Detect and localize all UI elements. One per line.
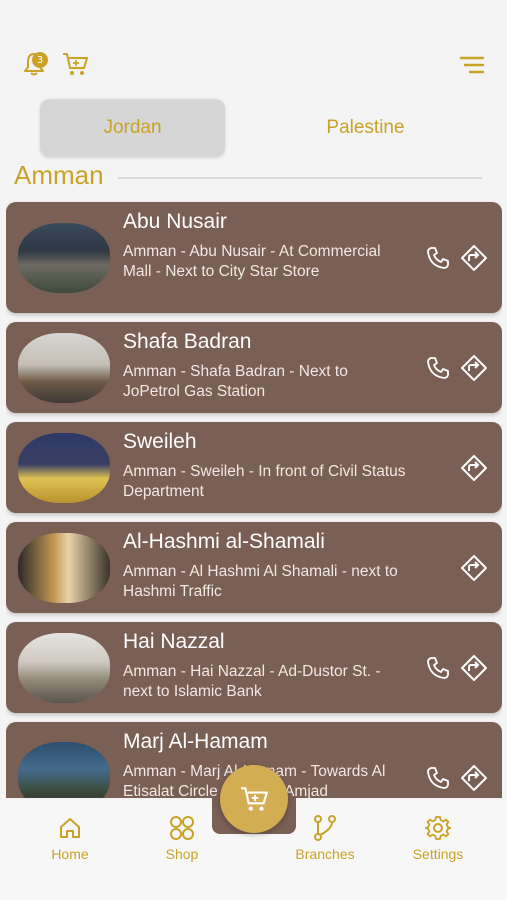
branch-card[interactable]: Shafa Badran Amman - Shafa Badran - Next… — [6, 322, 502, 413]
directions-icon — [461, 455, 487, 481]
branch-photo — [18, 222, 110, 293]
branch-name: Hai Nazzal — [123, 630, 225, 653]
country-tabs: Jordan Palestine — [40, 99, 470, 157]
nav-settings-label: Settings — [412, 846, 464, 862]
branch-photo — [18, 742, 110, 798]
branch-list[interactable]: Abu Nusair Amman - Abu Nusair - At Comme… — [6, 200, 502, 798]
nav-branches[interactable]: Branches — [285, 814, 365, 862]
directions-icon — [461, 245, 487, 271]
directions-icon — [461, 655, 487, 681]
top-bar: 3 — [0, 40, 507, 90]
branch-photo — [18, 632, 110, 703]
directions-button[interactable] — [460, 354, 488, 382]
branch-address: Amman - Abu Nusair - At Commercial Mall … — [123, 243, 381, 280]
branch-name: Marj Al-Hamam — [123, 730, 268, 753]
branch-card[interactable]: Al-Hashmi al-Shamali Amman - Al Hashmi A… — [6, 522, 502, 613]
floating-cart-button[interactable] — [220, 765, 288, 833]
tab-palestine[interactable]: Palestine — [273, 99, 458, 157]
nav-branches-label: Branches — [295, 846, 355, 862]
branch-name: Al-Hashmi al-Shamali — [123, 530, 325, 553]
branch-address: Amman - Hai Nazzal - Ad-Dustor St. - nex… — [123, 663, 381, 700]
branch-card[interactable]: Sweileh Amman - Sweileh - In front of Ci… — [6, 422, 502, 513]
call-button[interactable] — [424, 764, 452, 792]
branch-address: Amman - Sweileh - In front of Civil Stat… — [123, 463, 406, 500]
phone-icon — [427, 767, 449, 789]
branch-address: Amman - Al Hashmi Al Shamali - next to H… — [123, 563, 398, 600]
notification-badge: 3 — [32, 52, 48, 68]
branch-icon — [314, 815, 336, 841]
tab-jordan[interactable]: Jordan — [40, 99, 225, 157]
notifications-button[interactable]: 3 — [20, 50, 48, 78]
directions-icon — [461, 355, 487, 381]
branch-address: Amman - Shafa Badran - Next to JoPetrol … — [123, 363, 348, 400]
nav-shop-label: Shop — [165, 846, 199, 862]
cart-icon — [241, 787, 268, 811]
cart-icon — [63, 53, 88, 75]
phone-icon — [427, 247, 449, 269]
directions-icon — [461, 555, 487, 581]
directions-button[interactable] — [460, 654, 488, 682]
home-icon — [60, 818, 80, 838]
directions-button[interactable] — [460, 554, 488, 582]
phone-icon — [427, 657, 449, 679]
branch-name: Shafa Badran — [123, 330, 252, 353]
call-button[interactable] — [424, 354, 452, 382]
nav-settings[interactable]: Settings — [398, 814, 478, 862]
phone-icon — [427, 357, 449, 379]
nav-home-label: Home — [51, 846, 89, 862]
call-button[interactable] — [424, 244, 452, 272]
menu-icon — [459, 56, 485, 74]
gear-icon — [425, 816, 451, 840]
branch-card[interactable]: Abu Nusair Amman - Abu Nusair - At Comme… — [6, 202, 502, 313]
nav-home[interactable]: Home — [30, 814, 110, 862]
cart-button[interactable] — [60, 50, 90, 78]
grid-icon — [170, 816, 194, 840]
menu-button[interactable] — [457, 52, 487, 78]
branch-photo — [18, 332, 110, 403]
directions-button[interactable] — [460, 244, 488, 272]
call-button[interactable] — [424, 654, 452, 682]
directions-button[interactable] — [460, 764, 488, 792]
nav-shop[interactable]: Shop — [142, 814, 222, 862]
branch-name: Sweileh — [123, 430, 197, 453]
city-section-title: Amman — [14, 160, 104, 190]
directions-icon — [461, 765, 487, 791]
branch-photo — [18, 432, 110, 503]
branch-card[interactable]: Hai Nazzal Amman - Hai Nazzal - Ad-Dusto… — [6, 622, 502, 713]
directions-button[interactable] — [460, 454, 488, 482]
branch-name: Abu Nusair — [123, 210, 227, 233]
branch-photo — [18, 532, 110, 603]
section-divider — [118, 177, 482, 179]
